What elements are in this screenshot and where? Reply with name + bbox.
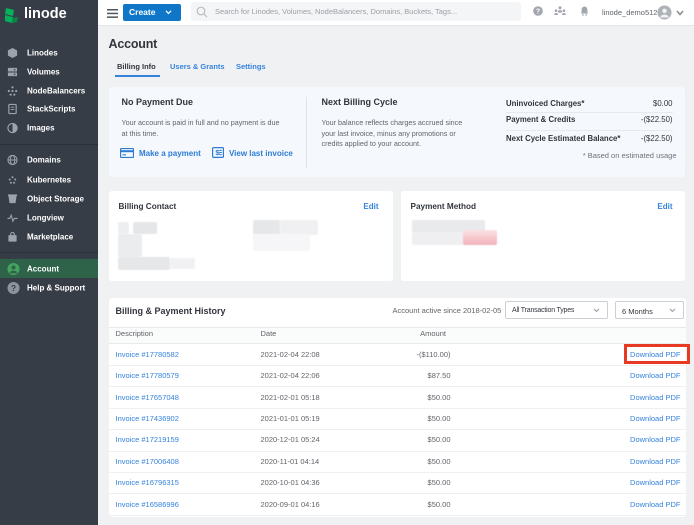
svg-text:?: ? bbox=[11, 283, 16, 293]
svg-text:?: ? bbox=[536, 9, 540, 16]
